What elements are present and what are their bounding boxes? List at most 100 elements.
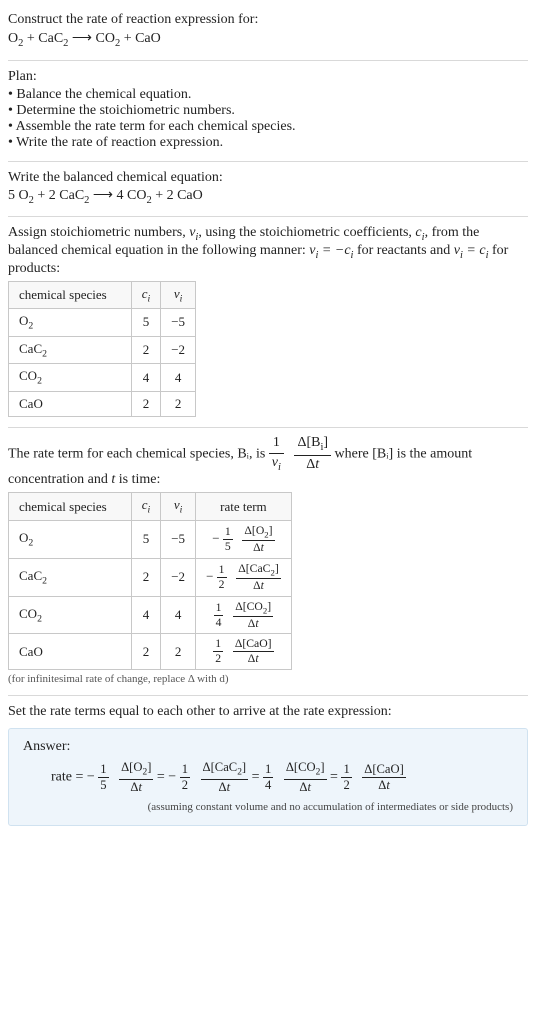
balanced-section: Write the balanced chemical equation: 5 … <box>8 164 528 214</box>
equals: = <box>157 769 168 784</box>
balanced-intro: Write the balanced chemical equation: <box>8 170 528 186</box>
prompt-section: Construct the rate of reaction expressio… <box>8 6 528 58</box>
stoich-table: chemical species ci νi O2 5 −5 CaC2 2 −2… <box>8 281 196 417</box>
coef-fraction: 12 <box>213 638 223 664</box>
plan-item: Write the rate of reaction expression. <box>8 135 528 151</box>
cell-rate: − 12 Δ[CaC2]Δt <box>196 558 292 596</box>
cell-species: CaO <box>9 634 132 669</box>
cell-rate: 14 Δ[CO2]Δt <box>196 596 292 634</box>
stoich-intro: Assign stoichiometric numbers, νi, using… <box>8 225 528 277</box>
cell-nui: −5 <box>161 309 196 337</box>
cell-ci: 4 <box>131 596 161 634</box>
assumption-note: (assuming constant volume and no accumul… <box>23 801 513 813</box>
text: for reactants and <box>353 243 453 258</box>
divider <box>8 695 528 696</box>
table-row: O2 5 −5 <box>9 309 196 337</box>
cell-ci: 4 <box>131 364 161 392</box>
frac-num: 1 <box>269 436 284 454</box>
cell-species: CaC2 <box>9 558 132 596</box>
table-row: CaC2 2 −2 <box>9 336 196 364</box>
rate-term-table: chemical species ci νi rate term O2 5 −5… <box>8 492 292 669</box>
answer-box: Answer: rate = − 15 Δ[O2]Δt = − 12 Δ[CaC… <box>8 728 528 827</box>
answer-label: Answer: <box>23 739 513 755</box>
col-rate: rate term <box>196 493 292 521</box>
cell-species: CO2 <box>9 596 132 634</box>
symbol-nu-i: νi <box>189 225 198 240</box>
cell-ci: 2 <box>131 558 161 596</box>
table-header-row: chemical species ci νi rate term <box>9 493 292 521</box>
col-species: chemical species <box>9 281 132 309</box>
coef-fraction: 15 <box>223 526 233 552</box>
cell-nui: 4 <box>161 364 196 392</box>
cell-species: CaO <box>9 391 132 416</box>
cell-nui: 4 <box>161 596 196 634</box>
coef-fraction: 15 <box>98 763 108 791</box>
delta-fraction: Δ[O2]Δt <box>119 761 153 794</box>
symbol-c-i: ci <box>415 225 424 240</box>
text: Assign stoichiometric numbers, <box>8 225 189 240</box>
page: Construct the rate of reaction expressio… <box>0 0 536 854</box>
col-ci: ci <box>131 281 161 309</box>
final-section: Set the rate terms equal to each other t… <box>8 698 528 835</box>
cell-ci: 5 <box>131 309 161 337</box>
delta-fraction: Δ[Bi] Δt <box>294 436 331 473</box>
final-intro: Set the rate terms equal to each other t… <box>8 704 528 720</box>
table-row: CO2 4 4 14 Δ[CO2]Δt <box>9 596 292 634</box>
stoich-section: Assign stoichiometric numbers, νi, using… <box>8 219 528 425</box>
footnote: (for infinitesimal rate of change, repla… <box>8 673 528 685</box>
plan-title: Plan: <box>8 69 528 85</box>
cell-nui: 2 <box>161 391 196 416</box>
frac-den: Δt <box>294 456 331 473</box>
cell-species: O2 <box>9 309 132 337</box>
delta-fraction: Δ[CaO]Δt <box>362 763 406 791</box>
coef-fraction: 14 <box>263 763 273 791</box>
rate-label: rate = <box>51 769 87 784</box>
unbalanced-equation: O2 + CaC2 ⟶ CO2 + CaO <box>8 29 528 50</box>
cell-nui: 2 <box>161 634 196 669</box>
cell-ci: 5 <box>131 521 161 559</box>
rate-term-intro: The rate term for each chemical species,… <box>8 436 528 489</box>
cell-ci: 2 <box>131 634 161 669</box>
plan-item: Balance the chemical equation. <box>8 87 528 103</box>
col-species: chemical species <box>9 493 132 521</box>
divider <box>8 60 528 61</box>
delta-fraction: Δ[CO2]Δt <box>284 761 327 794</box>
coef-fraction: 12 <box>217 564 227 590</box>
text: The rate term for each chemical species,… <box>8 446 269 461</box>
equals: = <box>252 769 263 784</box>
sign: − <box>87 769 95 784</box>
rate-term-section: The rate term for each chemical species,… <box>8 430 528 693</box>
divider <box>8 427 528 428</box>
relation-products: νi = ci <box>454 243 489 258</box>
cell-nui: −5 <box>161 521 196 559</box>
table-row: CO2 4 4 <box>9 364 196 392</box>
table-row: CaO 2 2 <box>9 391 196 416</box>
coef-fraction: 1 νi <box>269 436 284 473</box>
frac-den: νi <box>269 454 284 473</box>
table-row: CaC2 2 −2 − 12 Δ[CaC2]Δt <box>9 558 292 596</box>
plan-item: Determine the stoichiometric numbers. <box>8 103 528 119</box>
plan-item: Assemble the rate term for each chemical… <box>8 119 528 135</box>
delta-fraction: Δ[CaC2]Δt <box>201 761 249 794</box>
delta-fraction: Δ[O2]Δt <box>242 525 274 554</box>
sign: − <box>168 769 176 784</box>
equals: = <box>330 769 341 784</box>
delta-fraction: Δ[CaO]Δt <box>233 638 274 664</box>
plan-section: Plan: Balance the chemical equation. Det… <box>8 63 528 159</box>
plan-list: Balance the chemical equation. Determine… <box>8 87 528 151</box>
text: , using the stoichiometric coefficients, <box>198 225 415 240</box>
prompt-text: Construct the rate of reaction expressio… <box>8 12 528 29</box>
table-row: CaO 2 2 12 Δ[CaO]Δt <box>9 634 292 669</box>
coef-fraction: 14 <box>214 602 224 628</box>
cell-species: O2 <box>9 521 132 559</box>
table-row: O2 5 −5 − 15 Δ[O2]Δt <box>9 521 292 559</box>
relation-reactants: νi = −ci <box>309 243 353 258</box>
delta-fraction: Δ[CO2]Δt <box>233 601 273 630</box>
col-nui: νi <box>161 281 196 309</box>
divider <box>8 161 528 162</box>
cell-rate: 12 Δ[CaO]Δt <box>196 634 292 669</box>
col-ci: ci <box>131 493 161 521</box>
coef-fraction: 12 <box>180 763 190 791</box>
sign: − <box>212 530 219 545</box>
cell-ci: 2 <box>131 336 161 364</box>
